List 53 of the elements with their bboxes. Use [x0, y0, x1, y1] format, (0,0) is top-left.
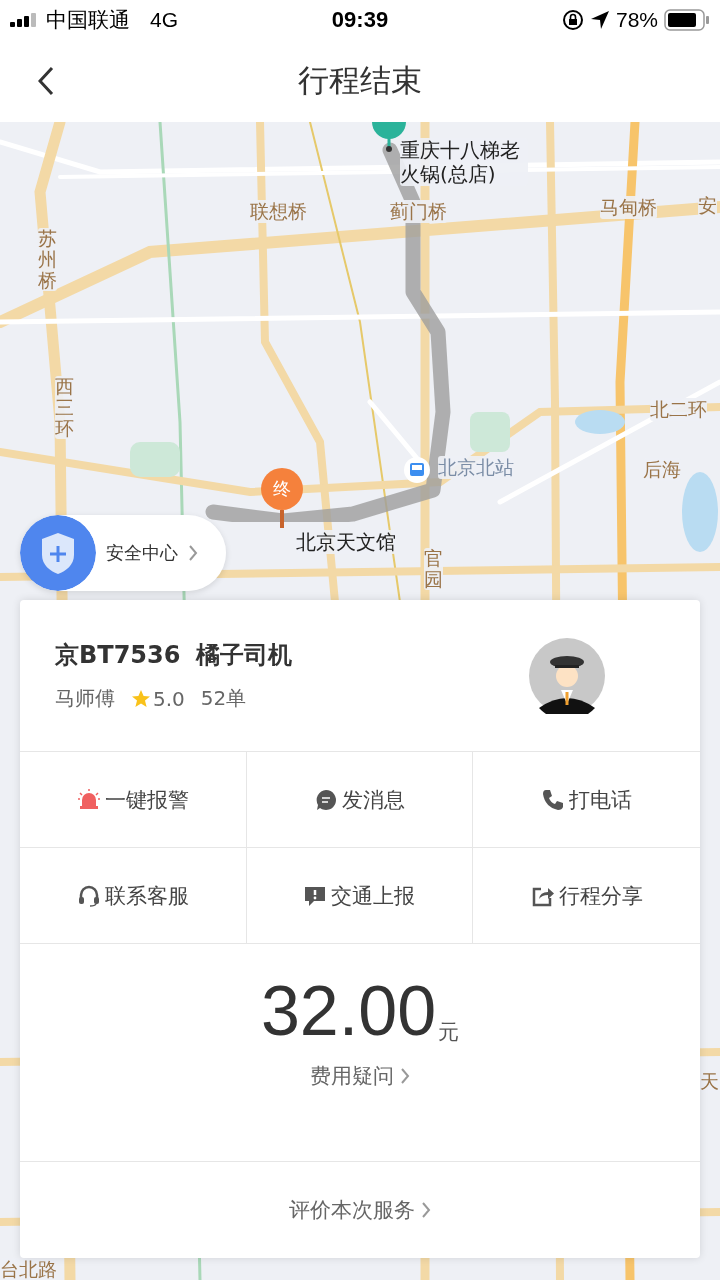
road-label: 西三环 — [55, 376, 74, 439]
phone-icon — [541, 787, 566, 812]
action-button[interactable]: 交通上报 — [246, 848, 474, 944]
clock-time: 09:39 — [331, 7, 389, 33]
place-label: 重庆十八梯老火锅(总店) — [400, 138, 528, 186]
safety-center-button[interactable]: 安全中心 — [20, 515, 226, 591]
star-icon — [131, 688, 151, 709]
chevron-right-icon — [421, 1201, 431, 1219]
road-label: 台北路 — [0, 1258, 57, 1280]
end-pin: 终 — [261, 468, 303, 528]
siren-icon — [76, 787, 101, 812]
headset-icon — [76, 883, 101, 908]
fare-amount: 32.00 — [260, 975, 437, 1046]
action-button[interactable]: 打电话 — [473, 752, 700, 848]
road-label: 北二环 — [650, 398, 707, 421]
road-label: 后海 — [643, 458, 681, 481]
lake-area — [575, 410, 625, 434]
station-label: 北京北站 — [438, 456, 514, 479]
park-area — [470, 412, 510, 452]
page-title: 行程结束 — [298, 61, 422, 100]
chevron-right-icon — [400, 1066, 410, 1085]
carrier-name: 中国联通 — [46, 7, 130, 33]
rate-service-link[interactable]: 评价本次服务 — [289, 1196, 431, 1224]
chevron-right-icon — [188, 544, 198, 562]
place-label: 北京天文馆 — [296, 530, 396, 554]
back-chevron-icon — [38, 66, 54, 96]
road-label: 苏州桥 — [38, 228, 57, 291]
road-label: 官园 — [424, 548, 443, 590]
battery-icon — [664, 9, 710, 31]
driver-name: 马师傅 — [55, 685, 115, 712]
network-type: 4G — [150, 8, 178, 32]
rotation-lock-icon — [561, 9, 584, 31]
action-button[interactable]: 一键报警 — [20, 752, 247, 848]
park-area — [130, 442, 180, 477]
road-label: 联想桥 — [250, 200, 307, 223]
currency-unit: 元 — [438, 1018, 460, 1046]
license-plate: 京BT7536 — [55, 640, 181, 671]
driver-rating: 5.0 — [153, 686, 185, 711]
action-button[interactable]: 发消息 — [246, 752, 474, 848]
road-label: 蓟门桥 — [390, 200, 447, 223]
road-label: 天 — [700, 1070, 719, 1093]
car-company: 橘子司机 — [196, 640, 293, 671]
road-label: 安 — [698, 194, 717, 217]
action-button[interactable]: 联系客服 — [20, 848, 247, 944]
action-button[interactable]: 行程分享 — [473, 848, 700, 944]
location-arrow-icon — [589, 10, 610, 30]
battery-percent: 78% — [615, 8, 658, 32]
bus-station-icon — [403, 456, 431, 484]
order-count: 52单 — [200, 685, 247, 712]
road-label: 马甸桥 — [600, 196, 657, 219]
speech-bubble-icon — [314, 787, 338, 812]
shield-plus-icon — [20, 515, 96, 591]
fare-question-link[interactable]: 费用疑问 — [310, 1061, 410, 1090]
